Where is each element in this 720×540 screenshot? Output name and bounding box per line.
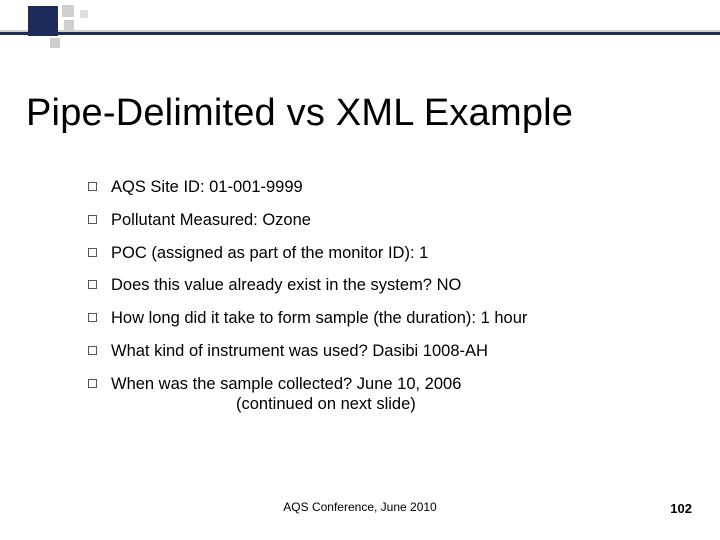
list-item-text: Does this value already exist in the sys… [111,276,461,296]
list-item: Does this value already exist in the sys… [88,276,678,296]
bullet-icon [88,215,97,224]
bullet-icon [88,182,97,191]
slide-header-decoration [0,0,720,54]
list-item-text: How long did it take to form sample (the… [111,309,527,329]
list-item: POC (assigned as part of the monitor ID)… [88,244,678,264]
footer-text: AQS Conference, June 2010 [0,500,720,514]
bullet-icon [88,280,97,289]
page-number: 102 [670,501,692,516]
continued-note: (continued on next slide) [236,395,416,414]
list-item-text: POC (assigned as part of the monitor ID)… [111,244,428,264]
list-item: How long did it take to form sample (the… [88,309,678,329]
list-item: What kind of instrument was used? Dasibi… [88,342,678,362]
list-item: AQS Site ID: 01-001-9999 [88,178,678,198]
list-item: When was the sample collected? June 10, … [88,375,678,395]
list-item-text: AQS Site ID: 01-001-9999 [111,178,303,198]
list-item: Pollutant Measured: Ozone [88,211,678,231]
bullet-icon [88,346,97,355]
bullet-icon [88,313,97,322]
list-item-text: When was the sample collected? June 10, … [111,375,461,395]
list-item-text: Pollutant Measured: Ozone [111,211,311,231]
bullet-icon [88,379,97,388]
bullet-icon [88,248,97,257]
list-item-text: What kind of instrument was used? Dasibi… [111,342,488,362]
slide-title: Pipe-Delimited vs XML Example [26,92,573,135]
bullet-list: AQS Site ID: 01-001-9999 Pollutant Measu… [88,178,678,408]
